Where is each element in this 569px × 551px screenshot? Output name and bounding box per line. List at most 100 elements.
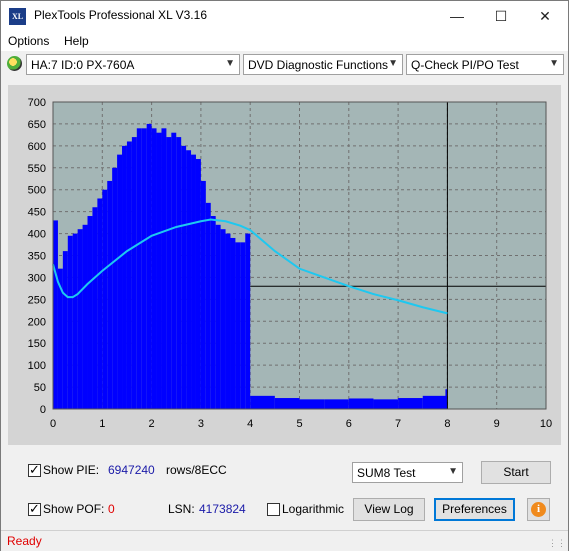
logarithmic-label: Logarithmic (282, 502, 345, 516)
chevron-down-icon: ▼ (388, 58, 398, 69)
pie-bar (53, 220, 58, 409)
x-tick-label: 4 (247, 418, 253, 430)
chevron-down-icon: ▼ (448, 466, 458, 477)
chevron-down-icon: ▼ (549, 58, 559, 69)
y-tick-label: 350 (28, 251, 46, 263)
function-select-value: DVD Diagnostic Functions (248, 58, 389, 72)
pie-bar (230, 237, 236, 409)
pie-bar (122, 145, 127, 409)
info-icon: i (531, 502, 546, 517)
pie-bar (176, 137, 182, 410)
y-tick-label: 550 (28, 163, 46, 175)
drive-select[interactable]: HA:7 ID:0 PX-760A ▼ (26, 54, 240, 75)
pie-bar (215, 224, 221, 409)
pie-bar (131, 137, 137, 410)
info-button[interactable]: i (527, 498, 550, 521)
pie-bar (191, 154, 196, 409)
pie-bar (87, 216, 93, 409)
pie-bar (62, 251, 68, 409)
maximize-button[interactable]: ☐ (479, 1, 523, 31)
show-pie-label: Show PIE: (43, 463, 100, 477)
pie-bar (181, 145, 187, 409)
menu-options[interactable]: Options (8, 34, 49, 48)
y-tick-label: 0 (40, 404, 46, 416)
pie-bar (240, 242, 246, 409)
pie-bar (112, 167, 118, 409)
pof-value: 0 (108, 502, 115, 516)
y-tick-label: 250 (28, 294, 46, 306)
toolbar: HA:7 ID:0 PX-760A ▼ DVD Diagnostic Funct… (1, 52, 568, 82)
pie-bar (102, 189, 108, 409)
pie-bar (225, 233, 231, 409)
function-select[interactable]: DVD Diagnostic Functions ▼ (243, 54, 403, 75)
x-tick-label: 10 (540, 418, 552, 430)
pie-bar (324, 399, 349, 409)
status-bar: Ready ⋮⋮ (1, 530, 568, 551)
menu-bar: Options Help (1, 31, 568, 51)
logarithmic-checkbox[interactable] (267, 503, 280, 516)
view-log-button[interactable]: View Log (353, 498, 425, 521)
y-tick-label: 650 (28, 119, 46, 131)
sum-test-select[interactable]: SUM8 Test ▼ (352, 462, 463, 483)
pie-bar (151, 128, 157, 410)
menu-help[interactable]: Help (64, 34, 89, 48)
pie-bar (166, 137, 172, 410)
pie-bar (117, 154, 123, 409)
pie-bar (92, 207, 98, 409)
y-tick-label: 300 (28, 272, 46, 284)
pie-bar (245, 233, 251, 409)
x-tick-label: 5 (296, 418, 302, 430)
pipo-chart: 0 1 2 3 4 5 6 7 8 9 100501001502002503003504004505… (28, 97, 552, 430)
pie-bar (274, 398, 300, 409)
y-tick-label: 400 (28, 229, 46, 241)
pie-unit: rows/8ECC (166, 463, 227, 477)
chart-frame: 0 1 2 3 4 5 6 7 8 9 10 0 50 100 150 200 250 300 350 400 450 5… (8, 85, 561, 445)
pie-bar (136, 128, 142, 410)
test-select-value: Q-Check PI/PO Test (411, 58, 519, 72)
minimize-button[interactable]: — (435, 1, 479, 31)
y-tick-label: 500 (28, 185, 46, 197)
x-tick-label: 0 (50, 418, 56, 430)
pie-bar (373, 399, 399, 409)
x-tick-label: 3 (198, 418, 204, 430)
app-window: XL PlexTools Professional XL V3.16 — ☐ ✕… (0, 0, 569, 551)
pie-bar (171, 132, 177, 409)
y-tick-label: 450 (28, 207, 46, 219)
x-tick-label: 7 (395, 418, 401, 430)
chevron-down-icon: ▼ (225, 58, 235, 69)
y-tick-label: 50 (34, 382, 46, 394)
window-title: PlexTools Professional XL V3.16 (34, 8, 207, 22)
show-pof-label: Show POF: (43, 502, 105, 516)
pie-bar (126, 141, 132, 409)
pie-bar (220, 229, 226, 409)
drive-select-value: HA:7 ID:0 PX-760A (31, 58, 135, 72)
status-text: Ready (7, 534, 42, 548)
sum-test-value: SUM8 Test (357, 466, 416, 480)
show-pie-checkbox[interactable] (28, 462, 41, 478)
x-tick-label: 8 (444, 418, 450, 430)
close-button[interactable]: ✕ (523, 1, 567, 31)
y-tick-label: 150 (28, 338, 46, 350)
y-tick-label: 200 (28, 316, 46, 328)
y-tick-label: 600 (28, 141, 46, 153)
pie-bar (235, 242, 241, 409)
app-icon: XL (9, 8, 26, 25)
x-tick-label: 9 (494, 418, 500, 430)
pie-bar (210, 216, 216, 409)
pie-bar (205, 202, 211, 409)
lsn-label: LSN: (168, 502, 195, 516)
pie-bar (299, 399, 325, 409)
pie-bar (250, 395, 275, 409)
preferences-button[interactable]: Preferences (434, 498, 515, 521)
pie-bar (77, 229, 83, 409)
resize-grip-icon[interactable]: ⋮⋮ (548, 538, 566, 549)
pie-bar (200, 180, 206, 409)
lsn-value: 4173824 (199, 502, 246, 516)
pie-bar (161, 128, 167, 410)
start-button[interactable]: Start (481, 461, 551, 484)
y-tick-label: 100 (28, 360, 46, 372)
show-pof-checkbox[interactable] (28, 501, 41, 517)
test-select[interactable]: Q-Check PI/PO Test ▼ (406, 54, 564, 75)
pie-bar (107, 180, 113, 409)
y-tick-label: 700 (28, 97, 46, 109)
